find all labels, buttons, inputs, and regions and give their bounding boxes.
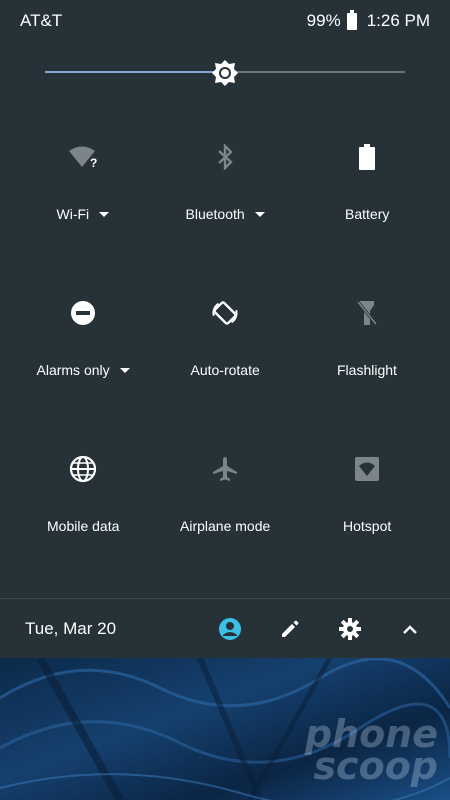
tile-label: Hotspot [343, 518, 392, 534]
tile-battery[interactable]: Battery [292, 120, 442, 260]
tile-auto-rotate[interactable]: Auto-rotate [150, 276, 300, 416]
tile-alarms-only[interactable]: Alarms only [8, 276, 158, 416]
tile-label: Auto-rotate [190, 362, 260, 378]
wifi-unknown-icon: ? [68, 142, 98, 172]
flashlight-off-icon [352, 298, 382, 328]
tile-label: Wi-Fi [56, 206, 90, 222]
dropdown-caret-icon[interactable] [119, 367, 130, 373]
battery-status-icon [346, 9, 357, 30]
tile-airplane-mode[interactable]: Airplane mode [150, 432, 300, 572]
home-wallpaper: phone scoop [0, 658, 450, 800]
bluetooth-off-icon [210, 142, 240, 172]
brightness-thumb-sun-icon[interactable] [210, 58, 240, 88]
tile-label: Airplane mode [180, 518, 271, 534]
tile-mobile-data[interactable]: Mobile data [8, 432, 158, 572]
status-bar: AT&T 99% 1:26 PM [0, 0, 450, 40]
quick-settings-footer: Tue, Mar 20 [0, 599, 450, 658]
battery-full-icon [352, 142, 382, 172]
watermark-logo: phone scoop [304, 712, 438, 788]
tile-label: Battery [345, 206, 390, 222]
tile-label: Alarms only [36, 362, 110, 378]
edit-pencil-icon[interactable] [277, 616, 303, 642]
tile-label: Flashlight [337, 362, 397, 378]
tile-hotspot[interactable]: Hotspot [292, 432, 442, 572]
hotspot-icon [352, 454, 382, 484]
tile-flashlight[interactable]: Flashlight [292, 276, 442, 416]
dropdown-caret-icon[interactable] [99, 211, 110, 217]
dropdown-caret-icon[interactable] [254, 211, 265, 217]
carrier-name: AT&T [20, 11, 63, 30]
quick-settings-tiles: ? Wi-Fi Bluetooth Battery Alarms only Au… [0, 120, 450, 590]
tile-label: Bluetooth [185, 206, 245, 222]
tile-bluetooth[interactable]: Bluetooth [150, 120, 300, 260]
brightness-fill [45, 71, 225, 73]
tile-wifi[interactable]: ? Wi-Fi [8, 120, 158, 260]
globe-icon [68, 454, 98, 484]
airplane-icon [210, 454, 240, 484]
clock: 1:26 PM [366, 11, 430, 30]
status-right: 99% 1:26 PM [306, 9, 430, 31]
battery-percentage: 99% [306, 11, 341, 30]
user-account-icon[interactable] [217, 616, 243, 642]
settings-gear-icon[interactable] [337, 616, 363, 642]
collapse-chevron-up-icon[interactable] [397, 616, 423, 642]
brightness-slider[interactable] [45, 58, 405, 88]
do-not-disturb-icon [68, 298, 98, 328]
date-label[interactable]: Tue, Mar 20 [25, 619, 116, 639]
tile-label: Mobile data [47, 518, 120, 534]
svg-text:?: ? [90, 156, 97, 169]
auto-rotate-icon [210, 298, 240, 328]
